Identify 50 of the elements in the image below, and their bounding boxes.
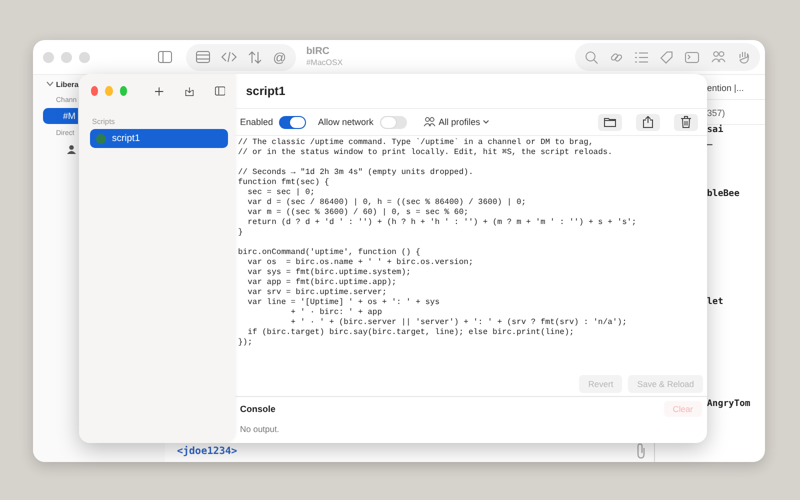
sort-arrows-icon[interactable] xyxy=(248,50,262,64)
hand-icon[interactable] xyxy=(738,50,750,64)
list-icon[interactable] xyxy=(635,52,648,62)
script-name: script1 xyxy=(112,133,140,144)
minimize-button[interactable] xyxy=(105,86,113,96)
folder-button[interactable] xyxy=(598,114,622,130)
sidebar-toggle-icon[interactable] xyxy=(158,51,172,63)
delete-button[interactable] xyxy=(674,114,698,130)
link-icon[interactable] xyxy=(610,50,623,64)
console-title: Console xyxy=(240,404,276,414)
network-label: Allow network xyxy=(318,117,374,127)
nick-label: <jdoe1234> xyxy=(177,446,238,456)
enabled-label: Enabled xyxy=(240,117,274,127)
close-button[interactable] xyxy=(91,86,98,96)
list-icon[interactable] xyxy=(196,51,210,63)
code-icon[interactable] xyxy=(221,51,237,63)
caret-icon xyxy=(483,120,490,124)
window-title: bIRC xyxy=(306,46,331,57)
network-toggle[interactable] xyxy=(380,116,407,128)
terminal-icon[interactable] xyxy=(685,52,699,62)
share-icon xyxy=(643,116,653,128)
paperclip-icon[interactable] xyxy=(636,443,646,459)
channel-topic: ention |... xyxy=(707,83,744,93)
user-count: 357) xyxy=(707,108,726,118)
user-name[interactable]: sai xyxy=(707,125,724,136)
folder-icon xyxy=(604,118,616,126)
channel-subtitle: #MacOSX xyxy=(306,57,343,68)
script-item[interactable]: script1 xyxy=(90,129,228,148)
zoom-button[interactable] xyxy=(120,86,128,96)
trash-icon xyxy=(681,116,691,128)
people-icon[interactable] xyxy=(711,51,726,63)
people-icon xyxy=(422,117,436,127)
import-icon[interactable] xyxy=(184,84,194,98)
script-title: script1 xyxy=(246,84,286,98)
share-button[interactable] xyxy=(636,114,660,130)
user-name[interactable]: let xyxy=(707,297,724,308)
chevron-icon[interactable] xyxy=(46,81,54,87)
add-icon[interactable] xyxy=(155,86,164,96)
user-name[interactable]: bleBee xyxy=(707,189,740,200)
enabled-toggle[interactable] xyxy=(279,116,306,128)
zoom-icon[interactable] xyxy=(585,50,598,64)
channel-item[interactable]: #M xyxy=(43,108,78,124)
sidebar-toggle-icon[interactable] xyxy=(214,85,226,97)
tag-icon[interactable] xyxy=(660,50,673,64)
person-icon[interactable] xyxy=(67,145,76,154)
user-name[interactable]: AngryTom xyxy=(707,399,750,410)
code-editor[interactable]: // The classic /uptime command. Type `/uptime` in a channel or DM to brag, // or in the status window to print locally. Edit, hit ⌘S, the script reloads. // Seconds → "1d 2h 3m 4s" (empty units dropped). function fmt(sec) { sec = sec | 0; var d = (sec / 86400) | 0, h = ((sec % 86400) / 3600) | 0; var m = ((sec % 3600) / 60) | 0, s = sec % 60; return (d ? d + 'd ' : '') + (h ? h + 'h ' : '') + (m ? m + 'm ' : '') + s + 's'; } birc.onCommand('uptime', function () { var os = birc.os.name + ' ' + birc.os.version; var sys = fmt(birc.uptime.system); var app = fmt(birc.uptime.app); var srv = birc.uptime.server; var line = '[Uptime] ' + os + ': ' + sys + ' · birc: ' + app + ' · ' + (birc.server || 'server') + ': ' + (srv ? fmt(srv) : 'n/a'); if (birc.target) birc.say(birc.target, line); else birc.print(line); }); xyxy=(235,136,707,375)
console-output: No output. xyxy=(240,424,280,434)
profiles-dropdown[interactable]: All profiles xyxy=(418,117,494,127)
user-name[interactable]: _ xyxy=(707,136,712,147)
